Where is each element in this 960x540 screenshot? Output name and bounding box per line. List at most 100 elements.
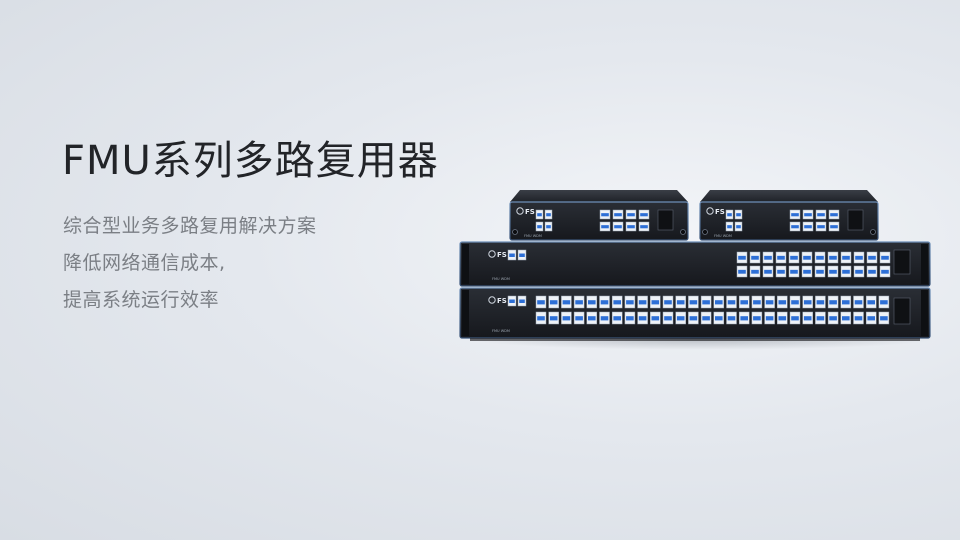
- fiber-port-core: [640, 213, 648, 217]
- fiber-port-core: [640, 225, 648, 229]
- unit-label: FMU WDM: [714, 234, 732, 238]
- fiber-port-core: [803, 269, 811, 274]
- fiber-port-core: [727, 225, 732, 229]
- fiber-port-core: [764, 255, 772, 260]
- fiber-port-core: [638, 300, 647, 305]
- fiber-port-core: [736, 225, 741, 229]
- brand-mark: FS: [525, 208, 535, 216]
- fiber-port-core: [791, 213, 799, 217]
- fiber-port-core: [600, 316, 609, 321]
- fiber-port-core: [829, 269, 837, 274]
- fiber-port-core: [627, 225, 635, 229]
- fiber-port-core: [549, 316, 558, 321]
- fiber-port-core: [689, 300, 698, 305]
- unit-label: FMU WDM: [492, 329, 510, 333]
- fiber-port-core: [842, 255, 850, 260]
- fiber-port-core: [855, 269, 863, 274]
- fiber-port-core: [803, 300, 812, 305]
- fiber-port-core: [546, 213, 551, 217]
- fiber-port-core: [804, 213, 812, 217]
- fiber-port-core: [676, 300, 685, 305]
- fiber-port-core: [790, 269, 798, 274]
- fiber-port-core: [715, 316, 723, 321]
- fiber-port-core: [829, 316, 837, 321]
- fiber-port-core: [519, 253, 525, 257]
- fiber-port-core: [881, 269, 889, 274]
- brand-mark: FS: [497, 297, 507, 305]
- fiber-port-core: [830, 213, 838, 217]
- fiber-port-core: [664, 316, 672, 321]
- fiber-port-core: [626, 316, 634, 321]
- thumbscrew-icon: [680, 229, 686, 235]
- fiber-port-core: [601, 225, 609, 229]
- fiber-port-core: [715, 300, 723, 305]
- fiber-port-core: [791, 300, 799, 305]
- fiber-port-core: [753, 300, 761, 305]
- fiber-port-core: [614, 213, 622, 217]
- fiber-port-core: [842, 269, 850, 274]
- fiber-port-core: [740, 316, 748, 321]
- fiber-port-core: [804, 225, 812, 229]
- fiber-port-core: [867, 300, 875, 305]
- brand-mark: FS: [715, 208, 725, 216]
- fiber-port-core: [546, 225, 551, 229]
- fiber-port-core: [651, 316, 660, 321]
- fiber-port-core: [765, 300, 774, 305]
- fiber-port-core: [664, 300, 672, 305]
- fiber-port-core: [803, 255, 811, 260]
- fiber-port-core: [588, 316, 596, 321]
- fiber-port-core: [855, 255, 863, 260]
- fiber-port-core: [537, 316, 545, 321]
- thumbscrew-icon: [702, 229, 708, 235]
- status-panel: [893, 249, 911, 275]
- unit-label: FMU WDM: [492, 277, 510, 281]
- fiber-port-core: [562, 300, 571, 305]
- fiber-port-core: [600, 300, 609, 305]
- fiber-port-core: [702, 300, 710, 305]
- fiber-port-core: [626, 300, 634, 305]
- subtitle-line-3: 提高系统运行效率: [63, 289, 220, 311]
- status-panel: [657, 209, 674, 231]
- fiber-port-core: [537, 300, 545, 305]
- fiber-port-core: [880, 316, 888, 321]
- subtitle-line-1: 综合型业务多路复用解决方案: [63, 215, 317, 237]
- fiber-port-core: [777, 269, 785, 274]
- fiber-port-core: [854, 316, 863, 321]
- fiber-port-core: [575, 300, 583, 305]
- fiber-port-core: [676, 316, 685, 321]
- fiber-port-core: [689, 316, 698, 321]
- chassis-base: [470, 338, 920, 341]
- fiber-port-core: [868, 255, 876, 260]
- status-panel: [893, 297, 911, 325]
- fiber-port-core: [791, 316, 799, 321]
- rack-ear: [462, 290, 469, 336]
- fiber-port-core: [727, 213, 732, 217]
- fiber-port-core: [727, 316, 736, 321]
- fiber-port-core: [613, 300, 621, 305]
- fiber-port-core: [613, 316, 621, 321]
- rack-ear: [462, 244, 469, 284]
- fiber-port-core: [816, 269, 824, 274]
- fiber-port-core: [816, 300, 825, 305]
- fiber-port-core: [867, 316, 875, 321]
- fiber-port-core: [736, 213, 741, 217]
- brand-mark: FS: [497, 251, 507, 259]
- fiber-port-core: [751, 269, 759, 274]
- fiber-port-core: [627, 213, 635, 217]
- fiber-port-core: [549, 300, 558, 305]
- fiber-port-core: [765, 316, 774, 321]
- thumbscrew-icon: [512, 229, 518, 235]
- fiber-port-core: [803, 316, 812, 321]
- fiber-port-core: [751, 255, 759, 260]
- rack-ear: [921, 290, 928, 336]
- fiber-port-core: [509, 299, 515, 303]
- fiber-port-core: [753, 316, 761, 321]
- fiber-port-core: [764, 269, 772, 274]
- fiber-port-core: [562, 316, 571, 321]
- fiber-port-core: [842, 300, 850, 305]
- status-panel: [847, 209, 864, 231]
- subtitle-line-2: 降低网络通信成本,: [63, 252, 226, 274]
- fiber-port-core: [830, 225, 838, 229]
- fiber-port-core: [638, 316, 647, 321]
- fiber-port-core: [537, 225, 542, 229]
